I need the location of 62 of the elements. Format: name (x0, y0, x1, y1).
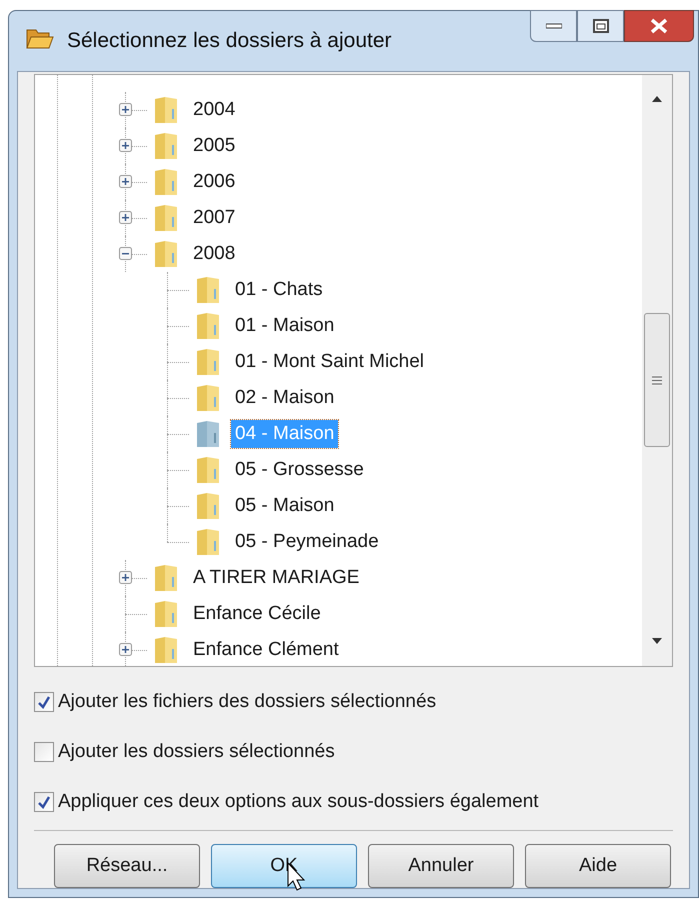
folder-label[interactable]: 05 - Peymeinade (231, 528, 383, 556)
folder-label[interactable]: 2005 (189, 132, 240, 160)
expand-icon[interactable] (119, 571, 132, 584)
scroll-thumb[interactable] (644, 313, 670, 447)
maximize-icon (592, 19, 608, 33)
folder-icon (153, 95, 179, 125)
folder-icon (195, 383, 221, 413)
checkbox[interactable] (34, 792, 54, 812)
folder-icon (195, 347, 221, 377)
dialog-button[interactable]: Aide (525, 844, 671, 888)
folder-icon (195, 527, 221, 557)
folder-icon (153, 239, 179, 269)
expand-icon[interactable] (119, 139, 132, 152)
maximize-button[interactable] (577, 10, 624, 42)
folder-icon (153, 599, 179, 629)
grip-icon (652, 376, 662, 384)
folder-icon (153, 203, 179, 233)
dialog-button[interactable]: Annuler (368, 844, 514, 888)
checkbox[interactable] (34, 742, 54, 762)
checkbox-label: Ajouter les fichiers des dossiers sélectionnés (58, 690, 436, 714)
expand-icon[interactable] (119, 175, 132, 188)
folder-label[interactable]: 02 - Maison (231, 384, 338, 412)
folder-label[interactable]: 2004 (189, 96, 240, 124)
checkbox[interactable] (34, 692, 54, 712)
checkbox-label: Ajouter les dossiers sélectionnés (58, 740, 335, 764)
close-button[interactable] (624, 10, 694, 42)
scroll-down-icon[interactable] (651, 637, 663, 645)
folder-label[interactable]: 01 - Chats (231, 276, 327, 304)
folder-label[interactable]: 05 - Maison (231, 492, 338, 520)
minimize-icon (546, 23, 562, 29)
checkbox-label: Appliquer ces deux options aux sous-dossiers également (58, 790, 539, 814)
scroll-up-icon[interactable] (651, 95, 663, 103)
dialog-button[interactable]: Réseau... (54, 844, 200, 888)
folder-label[interactable]: 2007 (189, 204, 240, 232)
close-icon (650, 18, 668, 34)
folder-label[interactable]: 05 - Grossesse (231, 456, 368, 484)
checkmark-icon (37, 796, 51, 808)
minimize-button[interactable] (530, 10, 577, 42)
folder-label[interactable]: Enfance Clément (189, 636, 343, 664)
folder-icon (195, 491, 221, 521)
window-title: Sélectionnez les dossiers à ajouter (67, 28, 392, 54)
folder-icon (153, 131, 179, 161)
folder-label[interactable]: Enfance Cécile (189, 600, 325, 628)
folder-label[interactable]: 2006 (189, 168, 240, 196)
folder-icon (195, 311, 221, 341)
expand-icon[interactable] (119, 103, 132, 116)
folder-label[interactable]: 01 - Mont Saint Michel (231, 348, 428, 376)
folder-icon (195, 455, 221, 485)
folder-icon (153, 635, 179, 665)
folder-icon (195, 419, 221, 449)
folder-label[interactable]: A TIRER MARIAGE (189, 564, 364, 592)
scrollbar[interactable] (642, 75, 672, 666)
checkmark-icon (37, 696, 51, 708)
folder-label[interactable]: 01 - Maison (231, 312, 338, 340)
expand-icon[interactable] (119, 211, 132, 224)
folder-icon (153, 167, 179, 197)
folder-icon (153, 563, 179, 593)
folder-icon (195, 275, 221, 305)
folder-label[interactable]: 2008 (189, 240, 240, 268)
expand-icon[interactable] (119, 643, 132, 656)
folder-tree[interactable]: 2004 2005 2006 2007 2008 01 - Chats 01 - Maison 01 - Mont Saint Michel 02 - Maison 04 - Maison 05 - Grossesse 05 - Maison 05 - Peymeinade A TIRER MARIAGE Enfance Cécile Enfance Clément (34, 74, 673, 667)
collapse-icon[interactable] (119, 247, 132, 260)
